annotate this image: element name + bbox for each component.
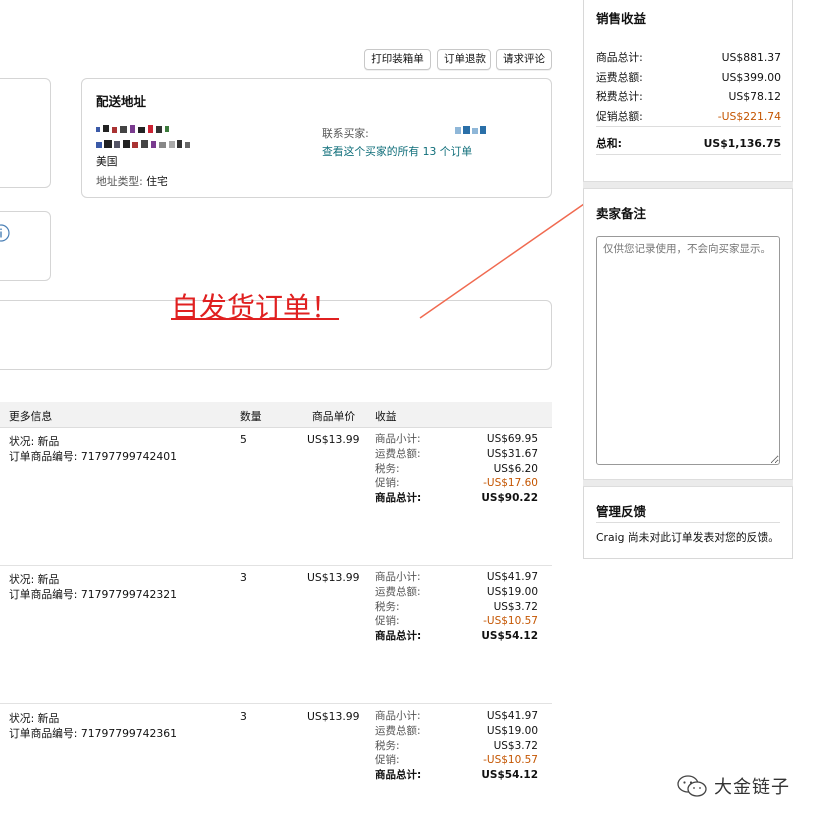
request-review-button[interactable]: 请求评论 bbox=[496, 49, 552, 70]
summary-label: 运费总额: bbox=[596, 70, 643, 84]
item-total-label: 商品总计: bbox=[375, 769, 422, 782]
shipping-title: 配送地址 bbox=[96, 94, 147, 109]
promo-label: 促销: bbox=[375, 754, 400, 767]
self-fulfilled-annotation: 自发货订单！ bbox=[171, 291, 340, 324]
info-icon[interactable] bbox=[0, 223, 11, 243]
item-total-label: 商品总计: bbox=[375, 630, 422, 643]
order-info-card bbox=[0, 211, 51, 281]
item-quantity: 3 bbox=[240, 710, 247, 723]
item-id: 订单商品编号: 71797799742401 bbox=[9, 450, 178, 463]
promo-value: -US$17.60 bbox=[483, 477, 538, 490]
subtotal-value: US$41.97 bbox=[486, 710, 538, 722]
item-quantity: 5 bbox=[240, 433, 247, 446]
item-condition: 状况: 新品 bbox=[9, 573, 60, 586]
shipping-label: 运费总额: bbox=[375, 724, 421, 737]
summary-label: 税费总计: bbox=[596, 90, 643, 103]
summary-value: US$881.37 bbox=[721, 51, 781, 64]
subtotal-label: 商品小计: bbox=[375, 571, 421, 583]
summary-value: US$399.00 bbox=[721, 70, 781, 84]
header-more-info: 更多信息 bbox=[9, 410, 53, 423]
header-revenue: 收益 bbox=[375, 410, 397, 423]
item-total-label: 商品总计: bbox=[375, 492, 422, 505]
item-revenue-breakdown: 商品小计: US$41.97 运费总额: US$19.00 税务: US$3.72 促… bbox=[375, 570, 538, 644]
panel-divider bbox=[583, 181, 793, 189]
feedback-panel: 管理反馈 Craig 尚未对此订单发表对您的反馈。 bbox=[583, 487, 793, 559]
item-total-value: US$54.12 bbox=[481, 769, 538, 782]
summary-promo-value: -US$221.74 bbox=[717, 109, 781, 123]
shipping-address-card: 配送地址 美国 地址类型: 住宅 联系买家: 查看这个买家的所有 13 个订单 bbox=[81, 78, 552, 198]
tax-value: US$6.20 bbox=[493, 462, 538, 475]
items-table-header: 更多信息 数量 商品单价 收益 bbox=[0, 402, 552, 428]
shipping-country: 美国 bbox=[96, 155, 118, 168]
contact-buyer-label: 联系买家: bbox=[322, 127, 369, 140]
shipping-value: US$19.00 bbox=[486, 724, 538, 737]
item-id: 订单商品编号: 71797799742321 bbox=[9, 588, 178, 601]
shipping-label: 运费总额: bbox=[375, 585, 421, 598]
view-buyer-orders-link[interactable]: 查看这个买家的所有 13 个订单 bbox=[322, 143, 472, 159]
promo-value: -US$10.57 bbox=[483, 615, 538, 628]
table-row: 状况: 新品 订单商品编号: 71797799742321 3 US$13.99… bbox=[0, 566, 552, 703]
tax-value: US$3.72 bbox=[493, 600, 538, 613]
sales-summary-title: 销售收益 bbox=[596, 11, 647, 26]
address-type-label: 地址类型: bbox=[96, 175, 143, 188]
item-unit-price: US$13.99 bbox=[307, 433, 360, 446]
redacted-address bbox=[96, 140, 196, 150]
refund-order-button[interactable]: 订单退款 bbox=[437, 49, 491, 70]
watermark: 大金链子 bbox=[676, 773, 790, 799]
tax-label: 税务: bbox=[375, 739, 400, 752]
header-quantity: 数量 bbox=[240, 410, 262, 423]
summary-label: 促销总额: bbox=[596, 109, 643, 123]
item-quantity: 3 bbox=[240, 571, 247, 584]
summary-value: US$78.12 bbox=[728, 90, 781, 103]
shipping-value: US$31.67 bbox=[486, 447, 538, 460]
promo-label: 促销: bbox=[375, 477, 400, 490]
shipping-label: 运费总额: bbox=[375, 447, 421, 460]
table-row: 状况: 新品 订单商品编号: 71797799742361 3 US$13.99… bbox=[0, 704, 552, 822]
sales-summary-rows: 商品总计: US$881.37 运费总额: US$399.00 税费总计: US$78… bbox=[596, 48, 781, 155]
subtotal-label: 商品小计: bbox=[375, 433, 421, 445]
tax-value: US$3.72 bbox=[493, 739, 538, 752]
summary-total-value: US$1,136.75 bbox=[703, 137, 781, 150]
seller-notes-textarea[interactable] bbox=[596, 236, 780, 465]
feedback-text: Craig 尚未对此订单发表对您的反馈。 bbox=[596, 531, 780, 544]
redacted-name bbox=[96, 125, 186, 135]
item-revenue-breakdown: 商品小计: US$41.97 运费总额: US$19.00 税务: US$3.72 促… bbox=[375, 709, 538, 783]
summary-total-label: 总和: bbox=[596, 137, 622, 150]
subtotal-value: US$69.95 bbox=[486, 433, 538, 445]
item-unit-price: US$13.99 bbox=[307, 571, 360, 584]
item-condition: 状况: 新品 bbox=[9, 435, 60, 448]
item-revenue-breakdown: 商品小计: US$69.95 运费总额: US$31.67 税务: US$6.20 促… bbox=[375, 432, 538, 506]
feedback-title: 管理反馈 bbox=[596, 501, 780, 523]
seller-notes-panel: 卖家备注 bbox=[583, 189, 793, 479]
wechat-icon bbox=[677, 775, 707, 797]
table-row: 状况: 新品 订单商品编号: 71797799742401 5 US$13.99… bbox=[0, 428, 552, 565]
print-packing-slip-button[interactable]: 打印装箱单 bbox=[364, 49, 431, 70]
order-summary-card bbox=[0, 78, 51, 188]
item-total-value: US$54.12 bbox=[481, 630, 538, 643]
promo-value: -US$10.57 bbox=[483, 754, 538, 767]
item-condition: 状况: 新品 bbox=[9, 712, 60, 725]
item-total-value: US$90.22 bbox=[481, 492, 538, 505]
summary-label: 商品总计: bbox=[596, 51, 643, 64]
tax-label: 税务: bbox=[375, 600, 400, 613]
item-id: 订单商品编号: 71797799742361 bbox=[9, 727, 178, 740]
panel-divider bbox=[583, 479, 793, 487]
redacted-contact bbox=[455, 126, 487, 135]
subtotal-value: US$41.97 bbox=[486, 571, 538, 583]
shipping-value: US$19.00 bbox=[486, 585, 538, 598]
tax-label: 税务: bbox=[375, 462, 400, 475]
item-unit-price: US$13.99 bbox=[307, 710, 360, 723]
promo-label: 促销: bbox=[375, 615, 400, 628]
subtotal-label: 商品小计: bbox=[375, 710, 421, 722]
header-unit-price: 商品单价 bbox=[312, 410, 356, 423]
address-type-value: 住宅 bbox=[146, 175, 168, 188]
watermark-text: 大金链子 bbox=[714, 777, 790, 798]
sales-summary-panel: 销售收益 商品总计: US$881.37 运费总额: US$399.00 税费总计:… bbox=[583, 0, 793, 181]
seller-notes-title: 卖家备注 bbox=[596, 206, 647, 221]
